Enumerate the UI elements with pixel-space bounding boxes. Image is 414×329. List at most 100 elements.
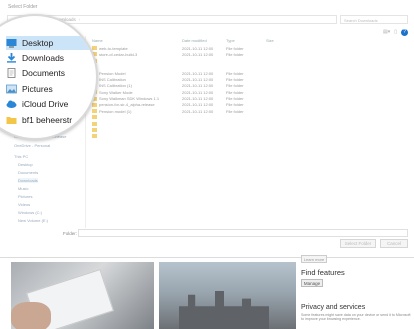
file-type: File folder [226, 45, 244, 51]
file-name-cell: store-of-cedar-build-3 [92, 52, 182, 57]
file-name-cell [92, 58, 182, 63]
file-name-cell [92, 134, 182, 139]
table-row[interactable] [92, 133, 312, 139]
icloud-icon [6, 100, 17, 108]
file-name: Sony Walker Mode [99, 89, 133, 95]
file-name-cell: Pension model (1) [92, 109, 182, 114]
file-name-cell [92, 128, 182, 132]
quick-access-downloads[interactable]: Downloads [6, 51, 96, 65]
nav-item[interactable]: Desktop [18, 162, 33, 167]
file-name-cell [92, 121, 182, 126]
pane-toggle-icon[interactable]: ▯ [394, 29, 397, 36]
file-rows: web-to-template 2021-10-11 12:00 File fold… [92, 45, 312, 139]
nav-item[interactable]: New Volume (E:) [18, 218, 48, 223]
nav-item[interactable]: Pictures [18, 194, 32, 199]
select-folder-button[interactable]: Select Folder [340, 239, 376, 248]
privacy-text: Some features might save data on your de… [301, 313, 411, 322]
file-name: Pension Model [99, 70, 126, 76]
view-options-icon[interactable]: ▤▾ [383, 29, 390, 36]
quick-access-icloud-drive[interactable]: iCloud Drive [6, 97, 96, 111]
column-header-size[interactable]: Size [266, 38, 296, 45]
file-date: 2021-10-11 12:00 [182, 108, 214, 114]
learn-more-button[interactable]: Learn more [301, 255, 327, 263]
file-name-cell: INS Calibration [92, 77, 182, 82]
folder-icon [6, 117, 17, 124]
file-date: 2021-10-11 12:00 [182, 102, 214, 108]
quick-access-label: Desktop [22, 38, 54, 48]
file-date: 2021-10-11 12:00 [182, 51, 214, 57]
file-name: INS Calibration (1) [99, 83, 132, 89]
castle-image [179, 291, 269, 329]
file-name-cell: Pension Model [92, 71, 182, 76]
quick-access-label: bf1 beheerstr [22, 115, 73, 125]
file-name-cell [92, 115, 182, 120]
file-type: File folder [226, 77, 244, 83]
hand-image [11, 302, 51, 329]
file-type: File folder [226, 51, 244, 57]
quick-access-documents[interactable]: Documents [6, 66, 96, 80]
nav-item[interactable]: Downloads [18, 178, 38, 183]
file-date: 2021-10-11 12:00 [182, 77, 214, 83]
nav-item[interactable]: OneDrive - Personal [14, 143, 50, 148]
folder-icon [92, 128, 97, 132]
file-date: 2021-10-11 12:00 [182, 89, 214, 95]
download-arrow-icon [7, 53, 16, 63]
file-name: INS Calibration [99, 77, 126, 83]
manage-button[interactable]: Manage [301, 279, 323, 287]
file-name: pension-for-sir-4_alpha-release [99, 102, 155, 108]
file-type: File folder [226, 102, 244, 108]
file-name: web-to-template [99, 45, 128, 51]
dialog-title: Select Folder [8, 4, 38, 10]
pictures-icon [6, 84, 17, 94]
privacy-title: Privacy and services [301, 304, 366, 311]
quick-access-label: Downloads [22, 53, 65, 63]
nav-item[interactable]: Videos [18, 202, 30, 207]
breadcrumb-separator-icon: › [78, 17, 81, 22]
file-name-cell: web-to-template [92, 46, 182, 51]
nav-item[interactable]: This PC [14, 154, 28, 159]
desktop-icon [6, 39, 17, 48]
file-type: File folder [226, 108, 244, 114]
quick-access-pictures[interactable]: Pictures [6, 82, 96, 96]
cancel-button[interactable]: Cancel [380, 239, 408, 248]
find-features-title: Find features [301, 268, 345, 277]
file-type: File folder [226, 89, 244, 95]
quick-access-folder[interactable]: bf1 beheerstr [6, 113, 96, 127]
file-name-cell: Sony Walker Mode [92, 90, 182, 95]
nav-item[interactable]: Windows (C:) [18, 210, 42, 215]
search-input[interactable]: Search Downloads [340, 15, 408, 24]
column-headers: Name Date modified Type Size [92, 38, 312, 45]
file-type: File folder [226, 96, 244, 102]
file-name: Pension model (1) [99, 108, 132, 114]
view-toolbar: ▤▾ ▯ ? [383, 29, 408, 36]
file-name-cell: INS Calibration (1) [92, 83, 182, 88]
quick-access-label: iCloud Drive [22, 99, 69, 109]
quick-access-label: Documents [22, 68, 65, 78]
nav-item[interactable]: Documents [18, 170, 38, 175]
column-header-type[interactable]: Type [226, 38, 266, 45]
help-icon[interactable]: ? [401, 29, 408, 36]
document-icon [7, 68, 16, 78]
file-name-cell: pension-for-sir-4_alpha-release [92, 102, 182, 107]
file-date: 2021-10-11 12:00 [182, 45, 214, 51]
file-date: 2021-10-11 12:00 [182, 96, 214, 102]
quick-access-desktop[interactable]: Desktop [6, 36, 96, 50]
file-name: store-of-cedar-build-3 [99, 51, 138, 57]
file-list: Name Date modified Type Size web-to-temp… [92, 38, 312, 139]
column-header-date[interactable]: Date modified [182, 38, 226, 45]
folder-icon [92, 134, 97, 139]
file-name-cell [92, 65, 182, 70]
page: Select Folder ←→↑ This PC › Downloads › … [0, 0, 414, 329]
castle-photo [159, 262, 296, 329]
column-header-name[interactable]: Name [92, 38, 182, 45]
file-name-cell: Sony Walkman SDK Windows 1.1 [92, 96, 182, 101]
file-date: 2021-10-11 12:00 [182, 70, 214, 76]
file-type: File folder [226, 83, 244, 89]
quick-access-label: Pictures [22, 84, 53, 94]
laptop-photo [11, 262, 154, 329]
nav-item[interactable]: Music [18, 186, 28, 191]
file-type: File folder [226, 70, 244, 76]
file-name: Sony Walkman SDK Windows 1.1 [99, 96, 160, 102]
folder-name-input[interactable] [78, 229, 408, 237]
file-date: 2021-10-11 12:00 [182, 83, 214, 89]
